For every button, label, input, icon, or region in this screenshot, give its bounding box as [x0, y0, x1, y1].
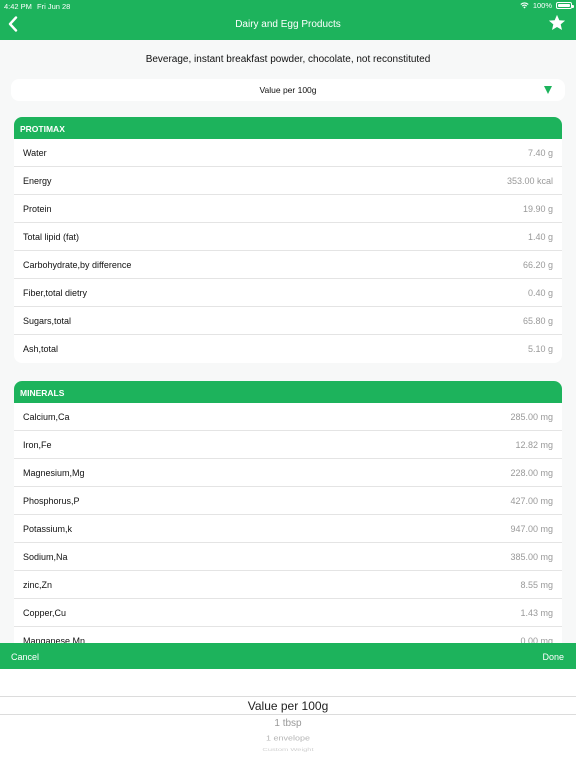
nutrient-row[interactable]: zinc,Zn 8.55 mg: [14, 571, 562, 599]
nutrient-row[interactable]: Ash,total 5.10 g: [14, 335, 562, 363]
nutrient-row[interactable]: Fiber,total dietry 0.40 g: [14, 279, 562, 307]
nutrient-name: Protein: [23, 204, 52, 214]
battery-percent: 100%: [532, 1, 552, 10]
nutrient-row[interactable]: Sugars,total 65.80 g: [14, 307, 562, 335]
nutrient-value: 7.40 g: [527, 148, 553, 158]
battery-icon: [556, 2, 574, 9]
nutrient-name: Ash,total: [23, 344, 59, 354]
nutrient-name: Magnesium,Mg: [23, 468, 85, 478]
serving-picker[interactable]: Value per 100g 1 tbsp 1 envelope Custom …: [0, 669, 576, 768]
picker-option[interactable]: Value per 100g: [0, 699, 576, 713]
nutrient-value: 0.00 mg: [520, 636, 553, 643]
status-date: Fri Jun 28: [37, 2, 71, 11]
nutrient-row[interactable]: Energy 353.00 kcal: [14, 167, 562, 195]
nutrient-row[interactable]: Water 7.40 g: [14, 139, 562, 167]
nutrient-name: Carbohydrate,by difference: [23, 260, 132, 270]
nutrient-value: 385.00 mg: [510, 552, 553, 562]
section-minerals: MINERALS Calcium,Ca 285.00 mg Iron,Fe 12.82…: [14, 381, 562, 643]
nutrient-row[interactable]: Iron,Fe 12.82 mg: [14, 431, 562, 459]
nutrient-value: 1.43 mg: [520, 608, 553, 618]
nutrient-row[interactable]: Potassium,k 947.00 mg: [14, 515, 562, 543]
nutrient-name: Total lipid (fat): [23, 232, 80, 242]
nutrient-row[interactable]: Sodium,Na 385.00 mg: [14, 543, 562, 571]
nav-bar: 4:42 PM Fri Jun 28 100% Dairy and Egg Pr…: [0, 0, 576, 40]
nutrient-value: 65.80 g: [522, 316, 553, 326]
picker-divider: [0, 696, 576, 697]
nutrient-value: 66.20 g: [522, 260, 553, 270]
triangle-down-icon: [544, 86, 552, 94]
picker-toolbar: Cancel Done: [0, 643, 576, 669]
cancel-button[interactable]: Cancel: [11, 652, 39, 662]
nutrient-value: 5.10 g: [527, 344, 553, 354]
nutrient-row[interactable]: Manganese,Mn 0.00 mg: [14, 627, 562, 643]
page-title: Dairy and Egg Products: [235, 19, 341, 30]
nutrient-name: Fiber,total dietry: [23, 288, 88, 298]
nutrient-row[interactable]: Copper,Cu 1.43 mg: [14, 599, 562, 627]
nutrient-name: Potassium,k: [23, 524, 73, 534]
nutrient-list[interactable]: PROTIMAX Water 7.40 g Energy 353.00 kcal Pro…: [0, 105, 576, 643]
status-time: 4:42 PM: [4, 2, 32, 11]
nutrient-name: Sugars,total: [23, 316, 72, 326]
nutrient-name: Water: [23, 148, 47, 158]
nutrient-name: Phosphorus,P: [23, 496, 80, 506]
done-button[interactable]: Done: [542, 652, 564, 662]
nutrient-name: Copper,Cu: [23, 608, 67, 618]
nutrient-value: 353.00 kcal: [506, 176, 553, 186]
section-protimax: PROTIMAX Water 7.40 g Energy 353.00 kcal Pro…: [14, 117, 562, 363]
food-name: Beverage, instant breakfast powder, choc…: [145, 54, 431, 65]
status-indicators: 100%: [520, 1, 574, 10]
picker-divider: [0, 714, 576, 715]
nutrient-row[interactable]: Protein 19.90 g: [14, 195, 562, 223]
nutrient-value: 228.00 mg: [510, 468, 553, 478]
nutrient-name: zinc,Zn: [23, 580, 53, 590]
star-icon[interactable]: [548, 14, 566, 32]
nutrient-name: Energy: [23, 176, 52, 186]
nutrient-value: 947.00 mg: [510, 524, 553, 534]
nutrient-value: 19.90 g: [522, 204, 553, 214]
nutrient-name: Manganese,Mn: [23, 636, 86, 643]
nutrient-row[interactable]: Phosphorus,P 427.00 mg: [14, 487, 562, 515]
nutrient-value: 427.00 mg: [510, 496, 553, 506]
nutrient-value: 12.82 mg: [515, 440, 553, 450]
picker-option[interactable]: Custom Weight: [0, 747, 576, 752]
nutrient-row[interactable]: Carbohydrate,by difference 66.20 g: [14, 251, 562, 279]
wifi-icon: [520, 2, 529, 9]
value-per-select[interactable]: Value per 100g: [11, 79, 565, 101]
nutrient-row[interactable]: Total lipid (fat) 1.40 g: [14, 223, 562, 251]
nutrient-value: 1.40 g: [527, 232, 553, 242]
nutrient-name: Iron,Fe: [23, 440, 52, 450]
nutrient-name: Sodium,Na: [23, 552, 68, 562]
nutrient-value: 0.40 g: [527, 288, 553, 298]
nutrient-value: 8.55 mg: [520, 580, 553, 590]
section-header: PROTIMAX: [14, 117, 562, 139]
nutrient-value: 285.00 mg: [510, 412, 553, 422]
nutrient-name: Calcium,Ca: [23, 412, 70, 422]
nutrient-row[interactable]: Magnesium,Mg 228.00 mg: [14, 459, 562, 487]
picker-option[interactable]: 1 envelope: [0, 734, 576, 743]
value-select-label: Value per 100g: [259, 85, 317, 95]
nutrient-row[interactable]: Calcium,Ca 285.00 mg: [14, 403, 562, 431]
picker-option[interactable]: 1 tbsp: [0, 718, 576, 729]
section-header: MINERALS: [14, 381, 562, 403]
